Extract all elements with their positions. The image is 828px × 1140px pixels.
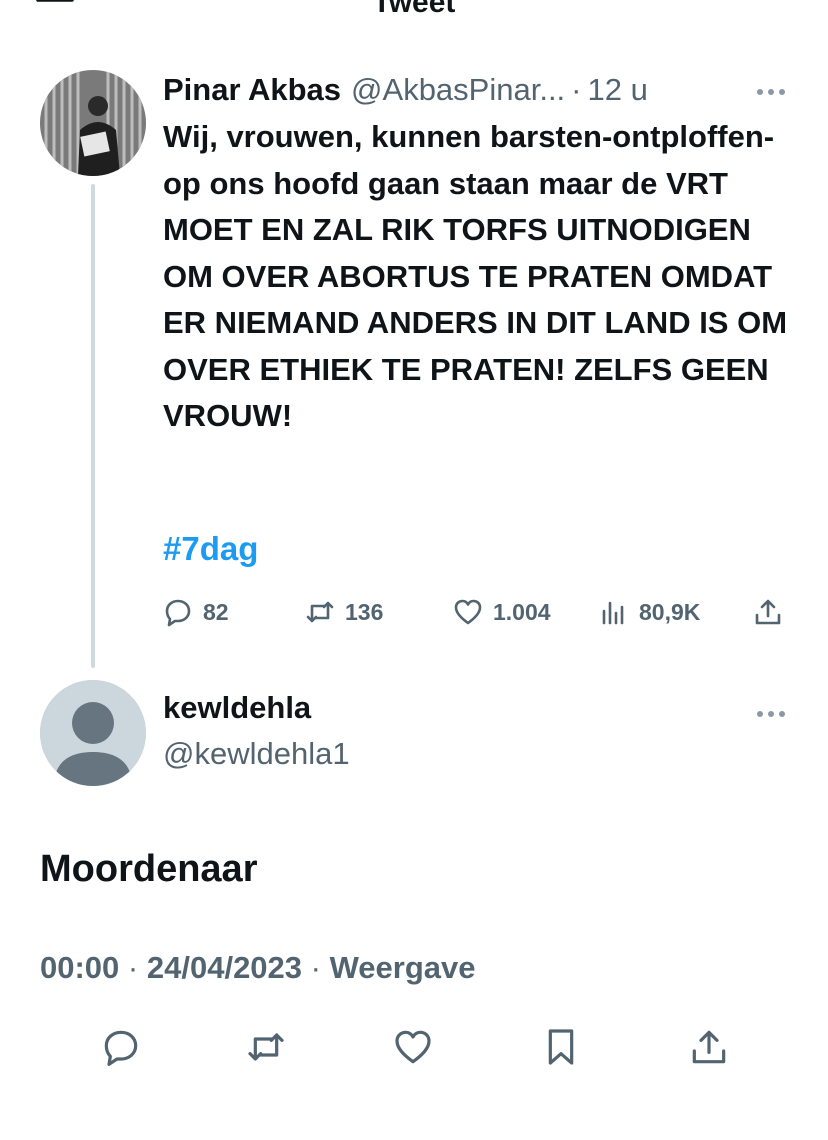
like-count: 1.004: [493, 598, 551, 625]
tweet-date[interactable]: 24/04/2023: [147, 950, 302, 985]
reply-button[interactable]: 82: [163, 590, 229, 634]
share-button[interactable]: [684, 1022, 734, 1072]
tweet-time[interactable]: 00:00: [40, 950, 119, 985]
tweet-actions: [40, 1022, 788, 1072]
reply-icon: [104, 1030, 138, 1066]
separator-dot: ·: [310, 950, 321, 985]
like-button[interactable]: 1.004: [453, 590, 551, 634]
author-handle[interactable]: @AkbasPinar...: [351, 72, 565, 108]
avatar[interactable]: [40, 70, 146, 176]
views-count: 80,9K: [639, 598, 701, 625]
retweet-count: 136: [345, 598, 384, 625]
author-handle[interactable]: @kewldehla1: [163, 736, 350, 772]
bookmark-icon: [548, 1029, 574, 1065]
heart-icon: [454, 599, 482, 625]
tweet-text: Wij, vrouwen, kunnen barsten-ontploffen-…: [163, 119, 788, 433]
more-horizontal-icon[interactable]: [756, 706, 786, 717]
reply-count: 82: [203, 598, 229, 625]
avatar[interactable]: [40, 680, 146, 786]
views-label[interactable]: Weergave: [330, 950, 476, 985]
hashtag-link[interactable]: #7dag: [163, 530, 258, 568]
tweet-metadata: 00:00 · 24/04/2023 · Weergave: [40, 950, 476, 986]
reply-button[interactable]: [96, 1022, 146, 1072]
thread-connector-line: [91, 184, 95, 668]
views-icon: [602, 601, 624, 625]
reply-icon: [165, 599, 191, 627]
tweet-time[interactable]: 12 u: [588, 72, 648, 108]
author-name[interactable]: kewldehla: [163, 690, 311, 726]
tweet-header: Pinar Akbas @AkbasPinar... · 12 u: [163, 70, 793, 110]
heart-icon: [395, 1030, 431, 1064]
bookmark-button[interactable]: [536, 1022, 586, 1072]
share-icon: [692, 1030, 726, 1064]
retweet-button[interactable]: 136: [305, 590, 383, 634]
tweet-text: Moordenaar: [40, 848, 258, 890]
share-icon: [755, 599, 781, 625]
views-button[interactable]: 80,9K: [599, 590, 700, 634]
retweet-icon: [248, 1033, 284, 1061]
separator-dot: ·: [127, 950, 139, 985]
retweet-button[interactable]: [241, 1022, 291, 1072]
tweet-actions: 82 136 1.004 80,9K: [163, 590, 793, 634]
separator-dot: ·: [571, 72, 582, 107]
more-horizontal-icon[interactable]: [756, 84, 786, 95]
retweet-icon: [306, 601, 334, 623]
author-name[interactable]: Pinar Akbas: [163, 72, 341, 108]
share-button[interactable]: [753, 590, 783, 634]
page-title: Tweet: [372, 0, 456, 19]
like-button[interactable]: [388, 1022, 438, 1072]
